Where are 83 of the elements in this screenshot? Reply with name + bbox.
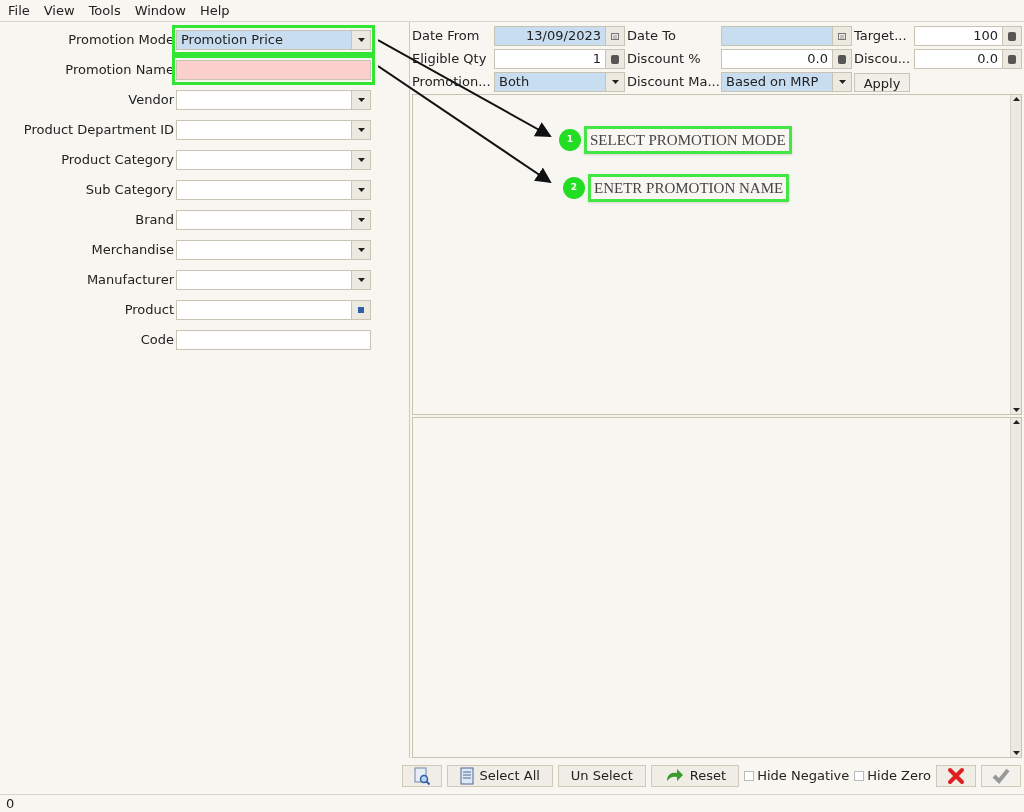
checkbox-label: Hide Negative xyxy=(757,767,850,786)
dropdown-arrow-icon xyxy=(357,248,365,252)
input-field[interactable]: 13/09/2023 xyxy=(494,26,625,46)
input-field[interactable]: 1 xyxy=(494,49,625,69)
callout-label: SELECT PROMOTION MODE xyxy=(584,126,792,154)
spinner-icon xyxy=(1008,31,1016,41)
field-label: Date From xyxy=(412,27,481,46)
field-label: Product xyxy=(123,301,175,320)
field-label: Discount Ma... xyxy=(627,73,719,92)
dropdown-field[interactable]: Both xyxy=(494,72,625,92)
field-label: Discount % xyxy=(627,50,702,69)
menu-item[interactable]: View xyxy=(43,0,75,21)
dropdown-field[interactable] xyxy=(176,180,371,200)
input-field[interactable]: 100 xyxy=(914,26,1022,46)
field-label: Brand xyxy=(134,211,175,230)
spinner-icon xyxy=(838,54,846,64)
spinner-icon xyxy=(1008,54,1016,64)
field-label: Target... xyxy=(854,27,908,46)
spinner-icon xyxy=(611,54,619,64)
checkbox-label: Hide Zero xyxy=(867,767,931,786)
dropdown-arrow-icon xyxy=(838,80,846,84)
field-label: Promotion Mode xyxy=(67,31,175,50)
icon-button[interactable] xyxy=(401,765,442,787)
field-label: Code xyxy=(139,331,175,350)
calendar-icon xyxy=(611,32,619,40)
field-label: Merchandise xyxy=(90,241,175,260)
scrollbar[interactable] xyxy=(1010,418,1021,757)
scroll-down-icon[interactable] xyxy=(1012,751,1020,755)
step-badge: 2 xyxy=(563,177,585,199)
menu-item[interactable]: Tools xyxy=(88,0,121,21)
magnifier-icon xyxy=(413,767,430,785)
field-label: Manufacturer xyxy=(85,271,175,290)
calendar-icon xyxy=(838,32,846,40)
dropdown-field[interactable] xyxy=(176,90,371,110)
menu-item[interactable]: Help xyxy=(199,0,230,21)
menu-item[interactable]: Window xyxy=(134,0,186,21)
dropdown-field[interactable]: Based on MRP xyxy=(721,72,852,92)
close-icon xyxy=(947,767,965,785)
field-label: Discou... xyxy=(854,50,912,69)
field-label: Sub Category xyxy=(84,181,175,200)
input-field[interactable]: 0.0 xyxy=(721,49,852,69)
dropdown-arrow-icon xyxy=(357,188,365,192)
status-text: 0 xyxy=(6,796,15,811)
dropdown-field[interactable] xyxy=(176,270,371,290)
menu-item[interactable]: File xyxy=(8,0,30,21)
dropdown-arrow-icon xyxy=(357,278,365,282)
lookup-icon xyxy=(358,307,364,313)
field-label: Date To xyxy=(627,27,677,46)
dropdown-field[interactable] xyxy=(176,240,371,260)
callout-label: ENETR PROMOTION NAME xyxy=(588,174,790,202)
checkbox[interactable] xyxy=(744,771,755,781)
dropdown-arrow-icon xyxy=(357,218,365,222)
field-label: Promotion Name xyxy=(64,61,175,80)
dropdown-field[interactable] xyxy=(176,210,371,230)
toolbar-button[interactable]: Select All xyxy=(446,765,553,787)
field-label: Eligible Qty xyxy=(412,50,488,69)
dropdown-arrow-icon xyxy=(357,98,365,102)
dropdown-arrow-icon xyxy=(357,158,365,162)
dropdown-field[interactable] xyxy=(176,150,371,170)
icon-button[interactable] xyxy=(936,765,976,787)
checkbox[interactable] xyxy=(854,771,865,781)
scroll-up-icon[interactable] xyxy=(1012,97,1020,101)
scroll-up-icon[interactable] xyxy=(1012,420,1020,424)
document-icon xyxy=(459,767,474,785)
apply-button[interactable]: Apply xyxy=(854,72,910,92)
input-field[interactable] xyxy=(176,330,371,350)
step-badge: 1 xyxy=(559,129,581,151)
input-field[interactable] xyxy=(176,300,371,320)
scrollbar[interactable] xyxy=(1010,95,1021,414)
toolbar-button[interactable]: Reset xyxy=(650,765,740,787)
input-field[interactable] xyxy=(721,26,852,46)
toolbar-button[interactable]: Un Select xyxy=(557,765,646,787)
dropdown-field[interactable]: Promotion Price xyxy=(176,30,371,50)
dropdown-arrow-icon xyxy=(357,128,365,132)
dropdown-field[interactable] xyxy=(176,120,371,140)
field-label: Vendor xyxy=(127,91,175,110)
dropdown-arrow-icon xyxy=(611,80,619,84)
field-label: Product Category xyxy=(60,151,175,170)
input-field[interactable]: 0.0 xyxy=(914,49,1022,69)
field-label: Product Department ID xyxy=(22,121,175,140)
scroll-down-icon[interactable] xyxy=(1012,408,1020,412)
checkmark-icon xyxy=(992,768,1010,784)
dropdown-arrow-icon xyxy=(357,38,365,42)
